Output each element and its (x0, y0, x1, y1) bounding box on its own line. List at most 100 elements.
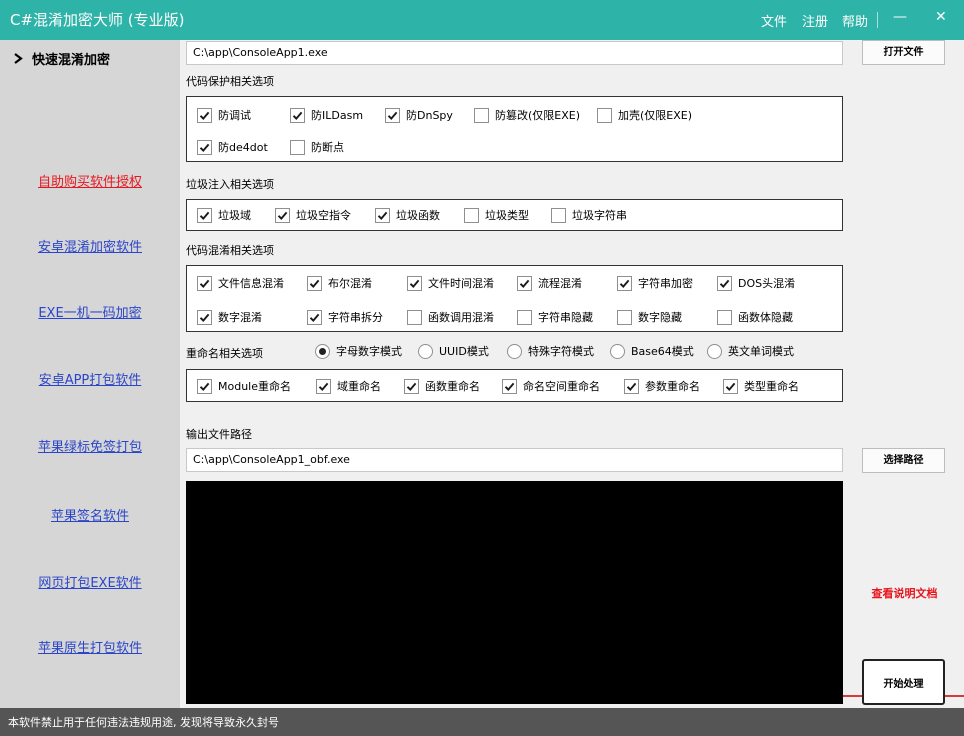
checkbox-rename-options-1[interactable]: 域重命名 (316, 377, 381, 395)
checkbox-rename-options-2[interactable]: 函数重命名 (404, 377, 480, 395)
checkbox-protection-options-2[interactable]: 防DnSpy (385, 106, 453, 124)
radio-button-icon[interactable] (315, 343, 330, 359)
checkbox-junk-options-0[interactable]: 垃圾域 (197, 206, 251, 224)
checkbox-obfuscation-options-7[interactable]: 字符串拆分 (307, 308, 383, 326)
checkbox-box[interactable] (375, 207, 390, 223)
checkbox-obfuscation-options-4[interactable]: 字符串加密 (617, 274, 693, 292)
menu-register[interactable]: 注册 (802, 11, 828, 30)
checkmark-icon (318, 382, 329, 391)
checkbox-box[interactable] (474, 107, 489, 123)
sidebar-link-exe-machine-code[interactable]: EXE一机一码加密 (0, 302, 180, 321)
checkbox-protection-options-1[interactable]: 防ILDasm (290, 106, 363, 124)
radio-button-icon[interactable] (418, 343, 433, 359)
open-file-button[interactable]: 打开文件 (862, 40, 945, 65)
checkbox-obfuscation-options-2[interactable]: 文件时间混淆 (407, 274, 494, 292)
checkbox-box[interactable] (404, 378, 419, 394)
checkbox-label: 防de4dot (218, 141, 268, 154)
sidebar-link-apple-native-pack[interactable]: 苹果原生打包软件 (0, 637, 180, 656)
checkbox-obfuscation-options-8[interactable]: 函数调用混淆 (407, 308, 494, 326)
checkbox-obfuscation-options-6[interactable]: 数字混淆 (197, 308, 262, 326)
checkbox-box[interactable] (717, 275, 732, 291)
checkbox-box[interactable] (197, 139, 212, 155)
checkbox-box[interactable] (307, 309, 322, 325)
checkbox-protection-options-0[interactable]: 防调试 (197, 106, 251, 124)
checkbox-box[interactable] (723, 378, 738, 394)
checkbox-protection-options-3[interactable]: 防篡改(仅限EXE) (474, 106, 580, 124)
checkbox-box[interactable] (275, 207, 290, 223)
checkmark-icon (519, 279, 530, 288)
checkbox-obfuscation-options-10[interactable]: 数字隐藏 (617, 308, 682, 326)
sidebar-link-android-obfuscation[interactable]: 安卓混淆加密软件 (0, 236, 180, 255)
checkbox-box[interactable] (197, 107, 212, 123)
radio-rename-modes-1[interactable]: UUID模式 (418, 342, 489, 360)
radio-rename-modes-3[interactable]: Base64模式 (610, 342, 694, 360)
output-path-field[interactable]: C:\app\ConsoleApp1_obf.exe (186, 448, 843, 472)
checkbox-label: 函数调用混淆 (428, 311, 494, 324)
sidebar-link-android-app-pack[interactable]: 安卓APP打包软件 (0, 369, 180, 388)
checkbox-obfuscation-options-11[interactable]: 函数体隐藏 (717, 308, 793, 326)
checkbox-obfuscation-options-9[interactable]: 字符串隐藏 (517, 308, 593, 326)
checkbox-box[interactable] (407, 309, 422, 325)
radio-rename-modes-2[interactable]: 特殊字符模式 (507, 342, 594, 360)
checkbox-box[interactable] (407, 275, 422, 291)
checkbox-junk-options-3[interactable]: 垃圾类型 (464, 206, 529, 224)
checkbox-box[interactable] (717, 309, 732, 325)
checkbox-label: 垃圾字符串 (572, 209, 627, 222)
checkbox-box[interactable] (597, 107, 612, 123)
checkbox-box[interactable] (290, 139, 305, 155)
sidebar-header[interactable]: 快速混淆加密 (14, 49, 110, 68)
checkbox-box[interactable] (517, 275, 532, 291)
radio-label: Base64模式 (631, 345, 694, 358)
checkbox-box[interactable] (617, 309, 632, 325)
checkbox-label: 防断点 (311, 141, 344, 154)
input-file-field[interactable]: C:\app\ConsoleApp1.exe (186, 41, 843, 65)
sidebar-header-label: 快速混淆加密 (32, 53, 111, 68)
sidebar-link-web-to-exe[interactable]: 网页打包EXE软件 (0, 572, 180, 591)
close-button[interactable]: ✕ (935, 9, 947, 25)
checkbox-box[interactable] (197, 309, 212, 325)
checkbox-box[interactable] (517, 309, 532, 325)
checkbox-box[interactable] (385, 107, 400, 123)
sidebar-link-apple-green-pack[interactable]: 苹果绿标免签打包 (0, 436, 180, 455)
checkbox-box[interactable] (290, 107, 305, 123)
checkbox-rename-options-0[interactable]: Module重命名 (197, 377, 291, 395)
checkbox-junk-options-1[interactable]: 垃圾空指令 (275, 206, 351, 224)
radio-button-icon[interactable] (707, 343, 722, 359)
radio-rename-modes-0[interactable]: 字母数字模式 (315, 342, 402, 360)
checkbox-box[interactable] (624, 378, 639, 394)
checkbox-obfuscation-options-0[interactable]: 文件信息混淆 (197, 274, 284, 292)
checkbox-box[interactable] (502, 378, 517, 394)
checkbox-box[interactable] (197, 378, 212, 394)
checkbox-box[interactable] (307, 275, 322, 291)
checkbox-rename-options-4[interactable]: 参数重命名 (624, 377, 700, 395)
checkbox-protection-options-5[interactable]: 防de4dot (197, 138, 268, 156)
minimize-button[interactable]: — (893, 9, 907, 25)
menu-file[interactable]: 文件 (761, 11, 787, 30)
checkbox-label: 命名空间重命名 (523, 380, 600, 393)
checkbox-obfuscation-options-3[interactable]: 流程混淆 (517, 274, 582, 292)
view-docs-link[interactable]: 查看说明文档 (845, 585, 964, 601)
checkbox-rename-options-5[interactable]: 类型重命名 (723, 377, 799, 395)
checkbox-box[interactable] (617, 275, 632, 291)
checkbox-obfuscation-options-5[interactable]: DOS头混淆 (717, 274, 795, 292)
checkbox-junk-options-2[interactable]: 垃圾函数 (375, 206, 440, 224)
checkbox-box[interactable] (316, 378, 331, 394)
checkbox-protection-options-6[interactable]: 防断点 (290, 138, 344, 156)
radio-button-icon[interactable] (610, 343, 625, 359)
menu-help[interactable]: 帮助 (842, 11, 868, 30)
output-log-area[interactable] (186, 481, 843, 704)
sidebar-link-apple-sign[interactable]: 苹果签名软件 (0, 505, 180, 524)
radio-button-icon[interactable] (507, 343, 522, 359)
checkbox-box[interactable] (197, 275, 212, 291)
checkbox-box[interactable] (197, 207, 212, 223)
checkbox-rename-options-3[interactable]: 命名空间重命名 (502, 377, 600, 395)
checkbox-obfuscation-options-1[interactable]: 布尔混淆 (307, 274, 372, 292)
start-processing-button[interactable]: 开始处理 (862, 659, 945, 705)
checkbox-box[interactable] (551, 207, 566, 223)
checkbox-protection-options-4[interactable]: 加壳(仅限EXE) (597, 106, 692, 124)
radio-rename-modes-4[interactable]: 英文单词模式 (707, 342, 794, 360)
sidebar-link-buy-license[interactable]: 自助购买软件授权 (0, 171, 180, 190)
checkbox-box[interactable] (464, 207, 479, 223)
checkbox-junk-options-4[interactable]: 垃圾字符串 (551, 206, 627, 224)
choose-path-button[interactable]: 选择路径 (862, 448, 945, 473)
